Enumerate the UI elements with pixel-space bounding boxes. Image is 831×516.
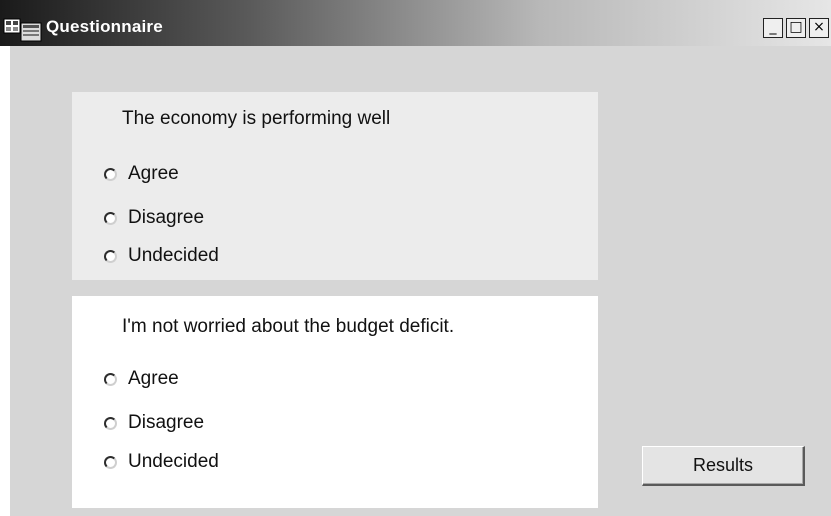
radio-unchecked-icon[interactable]: [104, 372, 117, 386]
results-button[interactable]: Results: [642, 446, 805, 486]
close-icon[interactable]: ×: [809, 18, 829, 38]
window-title: Questionnaire: [46, 17, 163, 36]
title-bar[interactable]: Questionnaire _ □ ×: [0, 0, 831, 46]
question-1-option-undecided[interactable]: Undecided: [104, 244, 219, 268]
radio-unchecked-icon[interactable]: [104, 167, 117, 181]
question-2-text: I'm not worried about the budget deficit…: [122, 316, 455, 337]
question-2-option-disagree[interactable]: Disagree: [104, 411, 204, 435]
minimize-icon[interactable]: _: [763, 18, 783, 38]
form-client-area: The economy is performing well Agree Dis…: [10, 46, 831, 516]
maximize-icon[interactable]: □: [786, 18, 806, 38]
radio-unchecked-icon[interactable]: [104, 455, 117, 469]
question-2-option-undecided[interactable]: Undecided: [104, 450, 219, 474]
radio-unchecked-icon[interactable]: [104, 416, 117, 430]
question-2-panel: I'm not worried about the budget deficit…: [72, 296, 598, 508]
questionnaire-window: Questionnaire _ □ × The economy is perfo…: [0, 0, 831, 516]
radio-unchecked-icon[interactable]: [104, 249, 117, 263]
question-1-text: The economy is performing well: [122, 108, 391, 129]
option-label: Agree: [128, 368, 179, 389]
option-label: Disagree: [128, 207, 205, 228]
option-label: Undecided: [128, 245, 219, 266]
question-2-option-agree[interactable]: Agree: [104, 367, 179, 391]
option-label: Disagree: [128, 412, 205, 433]
option-label: Undecided: [128, 451, 219, 472]
application-form-icon: [3, 18, 42, 42]
question-1-option-disagree[interactable]: Disagree: [104, 206, 204, 230]
radio-unchecked-icon[interactable]: [104, 211, 117, 225]
question-1-panel: The economy is performing well Agree Dis…: [72, 92, 598, 280]
question-1-option-agree[interactable]: Agree: [104, 162, 179, 186]
option-label: Agree: [128, 163, 179, 184]
